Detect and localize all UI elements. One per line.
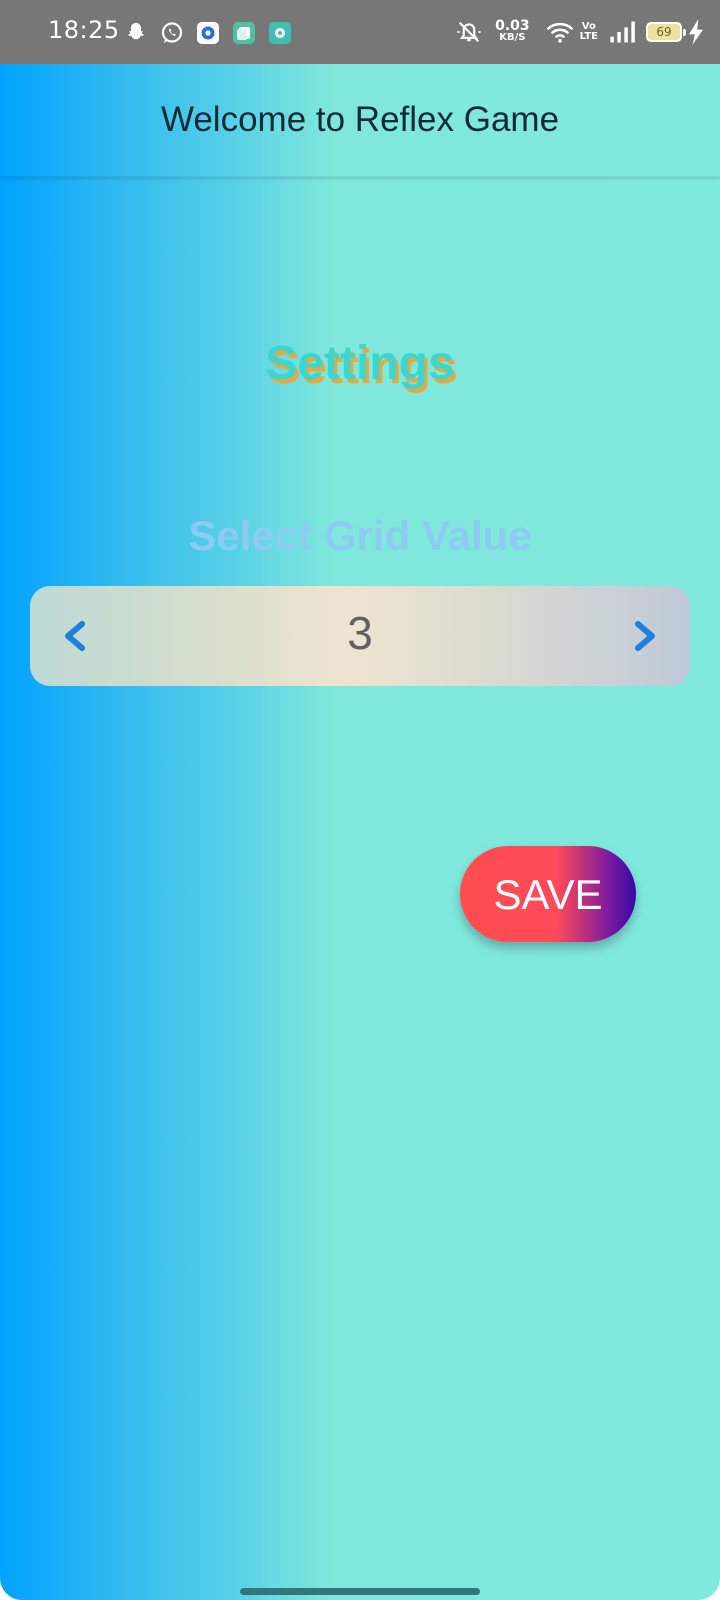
network-speed: 0.03 KB/S [495, 18, 530, 43]
volte-line2: LTE [579, 31, 598, 42]
app-notification-icon [233, 22, 255, 44]
signal-icon [610, 21, 635, 43]
snapchat-icon [128, 23, 144, 40]
bell-muted-icon [457, 21, 481, 43]
app-title: Welcome to Reflex Game [160, 100, 560, 139]
whatsapp-icon [161, 22, 183, 43]
volte-indicator: Vo LTE [580, 22, 598, 42]
network-speed-unit: KB/S [499, 32, 526, 43]
status-time: 18:25 [48, 16, 120, 44]
battery-level: 69 [656, 25, 672, 39]
settings-heading: Settings [265, 337, 455, 390]
app-screen: 18:25 0.03 KB/S Vo LTE 69 Welcome to Ref… [0, 0, 720, 1600]
app-bar: Welcome to Reflex Game [0, 64, 720, 177]
app-notification-icon [269, 22, 291, 44]
charging-icon [689, 19, 703, 45]
chevron-right-icon[interactable] [624, 616, 664, 656]
grid-value-selector: 3 [30, 586, 690, 686]
grid-value-display: 3 [347, 607, 373, 659]
app-notification-icon [197, 22, 219, 44]
wifi-icon [546, 22, 573, 43]
grid-value-label: Select Grid Value [188, 512, 532, 559]
save-button[interactable]: SAVE [460, 846, 636, 942]
status-bar: 18:25 0.03 KB/S Vo LTE 69 [0, 0, 720, 64]
battery-indicator: 69 [646, 22, 686, 42]
network-speed-value: 0.03 [495, 18, 530, 34]
status-indicators: 0.03 KB/S Vo LTE 69 [451, 14, 706, 50]
home-indicator[interactable] [240, 1588, 480, 1595]
